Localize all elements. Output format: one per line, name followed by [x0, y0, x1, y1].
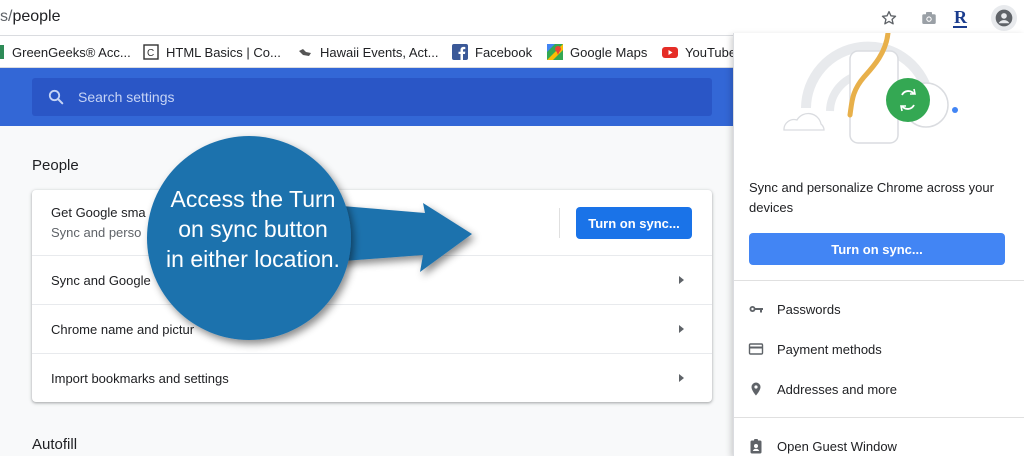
- facebook-favicon: [452, 44, 468, 60]
- row-label: Chrome name and pictur: [51, 322, 195, 337]
- menu-item-label: Payment methods: [777, 341, 882, 357]
- sync-illustration: [783, 33, 958, 144]
- menu-item-passwords[interactable]: Passwords: [748, 299, 841, 319]
- bookmark-hawaii-events[interactable]: Hawaii Events, Act...: [297, 43, 439, 61]
- divider: [734, 280, 1024, 281]
- divider: [734, 417, 1024, 418]
- sync-promo-title: Get Google sma: [51, 205, 146, 220]
- greengeeks-favicon: [0, 44, 4, 60]
- menu-item-label: Passwords: [777, 301, 841, 317]
- row-label: Sync and Google: [51, 273, 151, 288]
- guest-badge-icon: [748, 438, 764, 454]
- credit-card-icon: [748, 341, 764, 357]
- divider: [559, 208, 560, 238]
- camera-icon[interactable]: [917, 6, 941, 30]
- svg-text:R: R: [954, 7, 968, 27]
- search-icon: [48, 89, 64, 105]
- location-pin-icon: [748, 381, 764, 397]
- bookmark-google-maps[interactable]: Google Maps: [547, 43, 647, 61]
- menu-item-label: Open Guest Window: [777, 438, 897, 454]
- turn-on-sync-button[interactable]: Turn on sync...: [576, 207, 692, 239]
- sync-promo-text: Sync and personalize Chrome across your …: [749, 180, 994, 215]
- panel-turn-on-sync-button[interactable]: Turn on sync...: [749, 233, 1005, 265]
- menu-item-label: Addresses and more: [777, 381, 897, 397]
- search-box: [32, 78, 712, 116]
- bookmark-label: Hawaii Events, Act...: [320, 44, 439, 60]
- bookmark-label: GreenGeeks® Acc...: [12, 44, 131, 60]
- sync-promo-row: Get Google sma Sync and perso Turn on sy…: [32, 190, 712, 255]
- profile-menu: Sync and personalize Chrome across your …: [733, 33, 1024, 456]
- chevron-right-icon: [679, 325, 684, 333]
- settings-row-import-bookmarks[interactable]: Import bookmarks and settings: [32, 353, 712, 402]
- section-title-autofill: Autofill: [32, 436, 78, 453]
- codecademy-favicon: C: [143, 44, 159, 60]
- url-path: people: [12, 8, 61, 25]
- key-icon: [748, 301, 764, 317]
- star-icon[interactable]: [877, 6, 901, 30]
- row-label: Import bookmarks and settings: [51, 371, 229, 386]
- youtube-favicon: [662, 44, 678, 60]
- callout-line: in either location.: [166, 246, 340, 272]
- bookmark-label: Google Maps: [570, 44, 648, 60]
- bookmark-html-basics[interactable]: C HTML Basics | Co...: [143, 43, 281, 61]
- menu-item-guest-window[interactable]: Open Guest Window: [748, 436, 897, 456]
- url-field[interactable]: s/people: [0, 8, 61, 26]
- callout-line: on sync button: [178, 216, 328, 242]
- hawaii-favicon: [297, 44, 313, 60]
- google-maps-favicon: [547, 44, 563, 60]
- settings-row-sync-services[interactable]: Sync and Google: [32, 255, 712, 304]
- bookmark-label: YouTube: [685, 44, 737, 60]
- bookmark-facebook[interactable]: Facebook: [452, 43, 532, 61]
- bookmark-youtube[interactable]: YouTube: [662, 43, 736, 61]
- sync-promo-subtitle: Sync and perso: [51, 225, 142, 240]
- settings-row-chrome-name[interactable]: Chrome name and pictur: [32, 304, 712, 353]
- menu-item-payment-methods[interactable]: Payment methods: [748, 339, 882, 359]
- bookmark-label: HTML Basics | Co...: [166, 44, 281, 60]
- callout-line: Access the Turn: [170, 186, 336, 212]
- url-prefix: s/: [0, 8, 13, 25]
- svg-text:C: C: [147, 48, 154, 59]
- chevron-right-icon: [679, 374, 684, 382]
- profile-icon[interactable]: [991, 5, 1017, 31]
- chevron-right-icon: [679, 276, 684, 284]
- bookmark-greengeeks[interactable]: GreenGeeks® Acc...: [0, 43, 131, 61]
- bookmark-label: Facebook: [475, 44, 533, 60]
- extension-r-icon[interactable]: R: [948, 6, 972, 30]
- address-bar: s/people R: [0, 0, 1024, 36]
- section-title-people: People: [32, 157, 79, 174]
- menu-item-addresses[interactable]: Addresses and more: [748, 379, 897, 399]
- callout-text: Access the Turn on sync button in either…: [138, 184, 368, 274]
- people-card: Get Google sma Sync and perso Turn on sy…: [32, 190, 712, 402]
- search-input[interactable]: [78, 78, 698, 116]
